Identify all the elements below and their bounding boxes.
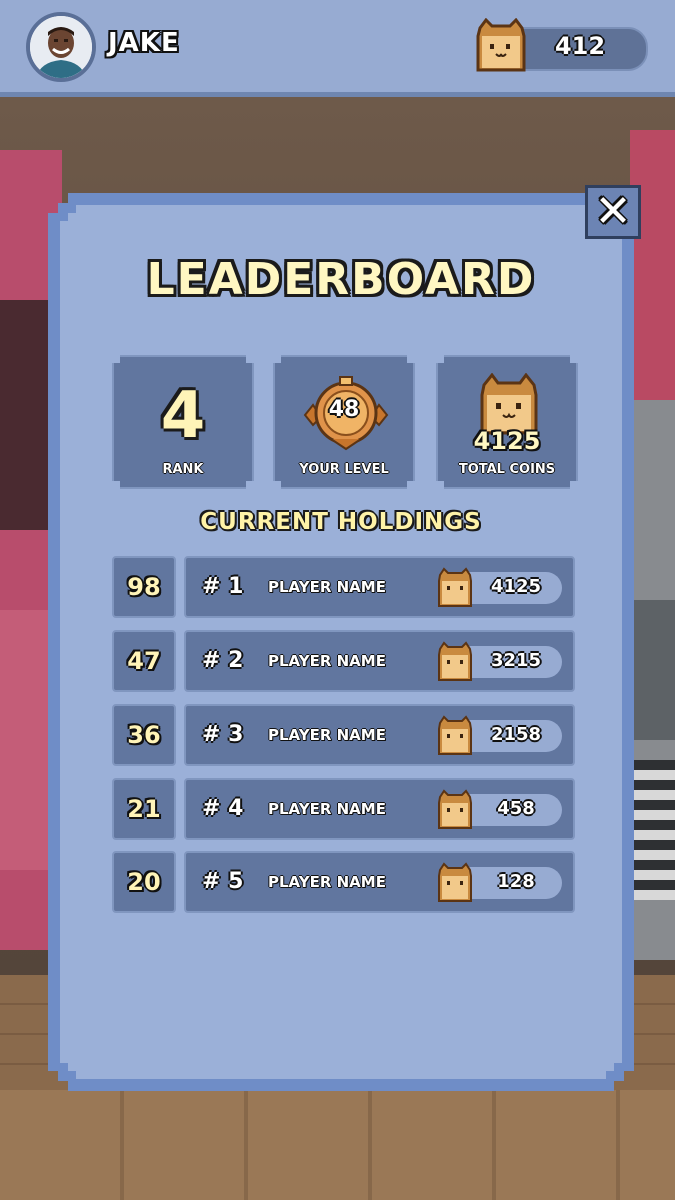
player-name: JAKE xyxy=(108,28,180,58)
total-coins-label: TOTAL COINS xyxy=(458,462,556,477)
row-coins: 2158 xyxy=(490,724,542,745)
row-body: # 4 PLAYER NAME 458 xyxy=(184,778,575,840)
row-coins: 458 xyxy=(497,798,535,819)
background-left-shadow xyxy=(0,300,50,530)
avatar-portrait-icon xyxy=(30,16,92,78)
row-body: # 2 PLAYER NAME 3215 xyxy=(184,630,575,692)
bread-coin-icon xyxy=(438,789,472,829)
row-player-name: PLAYER NAME xyxy=(268,726,386,744)
close-icon: ✕ xyxy=(594,186,632,237)
row-coins: 3215 xyxy=(490,650,542,671)
row-rank: # 5 xyxy=(202,869,244,894)
leaderboard-title: LEADERBOARD xyxy=(146,254,536,305)
bread-coin-icon xyxy=(438,715,472,755)
row-player-name: PLAYER NAME xyxy=(268,652,386,670)
row-player-name: PLAYER NAME xyxy=(268,578,386,596)
bread-coin-icon xyxy=(438,641,472,681)
row-body: # 5 PLAYER NAME 128 xyxy=(184,851,575,913)
current-holdings-title: CURRENT HOLDINGS xyxy=(200,509,482,535)
rank-stat-card: 4 RANK xyxy=(112,355,254,489)
background-left-cabinet-lower xyxy=(0,610,48,870)
bread-coin-icon xyxy=(438,862,472,902)
row-level: 21 xyxy=(112,778,176,840)
row-level: 36 xyxy=(112,704,176,766)
row-coins: 128 xyxy=(497,871,535,892)
rank-value: 4 xyxy=(160,379,206,453)
row-level: 47 xyxy=(112,630,176,692)
row-coins: 4125 xyxy=(490,576,542,597)
bread-coin-icon xyxy=(438,567,472,607)
level-label: YOUR LEVEL xyxy=(299,462,389,477)
leaderboard-row-2[interactable]: 47 # 2 PLAYER NAME 3215 xyxy=(112,630,576,692)
row-rank: # 4 xyxy=(202,796,244,821)
row-rank: # 2 xyxy=(202,648,244,673)
coin-balance-value: 412 xyxy=(554,32,606,60)
close-button[interactable]: ✕ xyxy=(585,185,641,239)
row-rank: # 3 xyxy=(202,722,244,747)
background-right-stove xyxy=(630,760,675,900)
row-level: 98 xyxy=(112,556,176,618)
row-level: 20 xyxy=(112,851,176,913)
leaderboard-row-5[interactable]: 20 # 5 PLAYER NAME 128 xyxy=(112,851,576,913)
row-body: # 1 PLAYER NAME 4125 xyxy=(184,556,575,618)
row-player-name: PLAYER NAME xyxy=(268,800,386,818)
level-stat-card: 48 YOUR LEVEL xyxy=(273,355,415,489)
coins-stat-card: 4125 TOTAL COINS xyxy=(436,355,578,489)
leaderboard-row-1[interactable]: 98 # 1 PLAYER NAME 4125 xyxy=(112,556,576,618)
rank-label: RANK xyxy=(162,462,204,477)
leaderboard-row-4[interactable]: 21 # 4 PLAYER NAME 458 xyxy=(112,778,576,840)
bread-coin-icon xyxy=(476,18,526,72)
background-right-appliance-panel xyxy=(630,600,675,740)
row-rank: # 1 xyxy=(202,574,244,599)
background-floor-planks xyxy=(0,1090,675,1200)
player-avatar[interactable] xyxy=(26,12,96,82)
leaderboard-row-3[interactable]: 36 # 3 PLAYER NAME 2158 xyxy=(112,704,576,766)
level-value: 48 xyxy=(328,397,360,422)
background-right-cabinet xyxy=(630,130,675,400)
row-body: # 3 PLAYER NAME 2158 xyxy=(184,704,575,766)
row-player-name: PLAYER NAME xyxy=(268,873,386,891)
total-coins-value: 4125 xyxy=(473,427,541,455)
